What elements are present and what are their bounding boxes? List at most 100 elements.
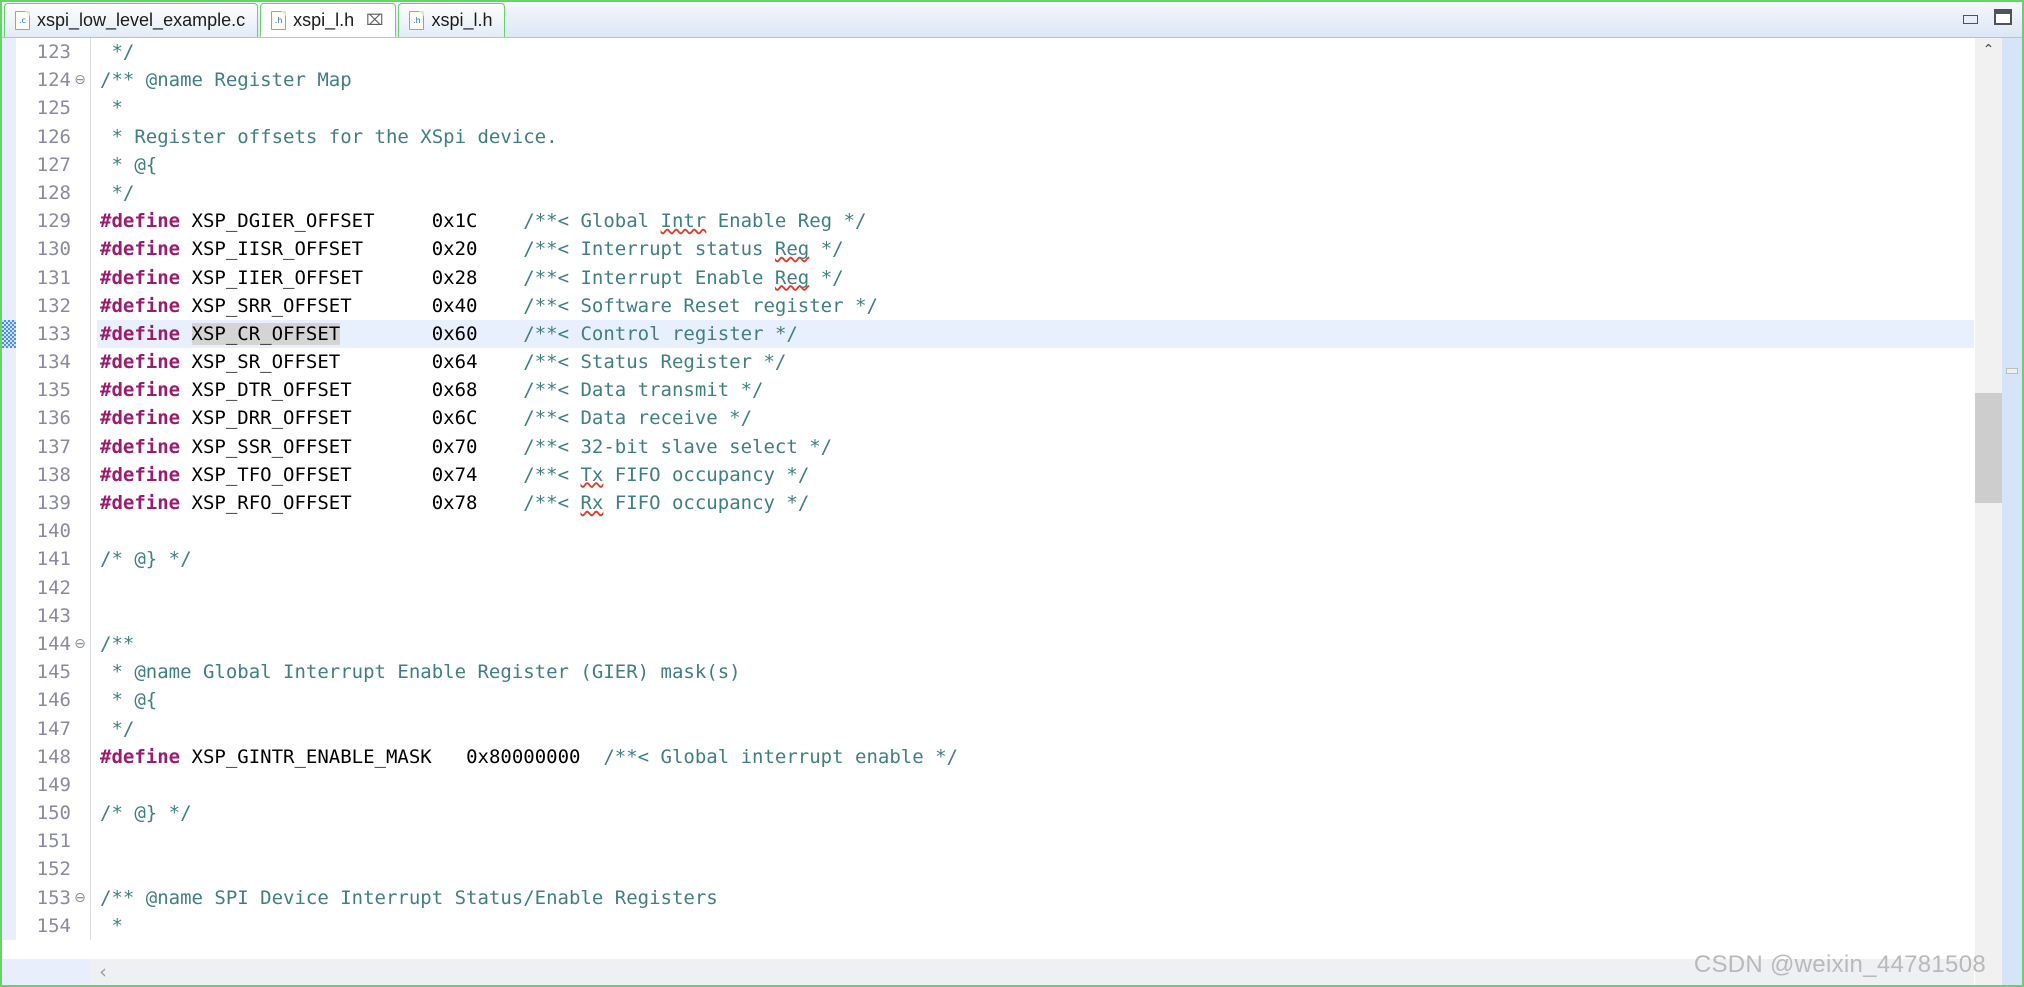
fold-collapse-icon[interactable]: ⊖ — [72, 66, 88, 95]
fold-slot — [72, 235, 88, 264]
code-text[interactable]: #define XSP_TFO_OFFSET 0x74 /**< Tx FIFO… — [97, 461, 1974, 489]
code-line[interactable]: 143 — [2, 601, 1974, 631]
line-marker-slot — [2, 207, 16, 236]
code-line[interactable]: 137 #define XSP_SSR_OFFSET 0x70 /**< 32-b… — [2, 432, 1974, 462]
code-line[interactable]: 149 — [2, 770, 1974, 800]
code-text[interactable]: * Register offsets for the XSpi device. — [97, 123, 1974, 151]
code-line[interactable]: 152 — [2, 855, 1974, 884]
line-number: 129 — [16, 207, 72, 236]
code-text[interactable]: /* @} */ — [97, 545, 1974, 573]
tab-xspi-l-h-active[interactable]: .h xspi_l.h ⌧ — [260, 3, 397, 37]
code-text[interactable]: #define XSP_SR_OFFSET 0x64 /**< Status R… — [97, 348, 1974, 376]
code-text[interactable]: /** @name Register Map — [97, 66, 1974, 94]
code-text[interactable] — [97, 771, 1974, 799]
horizontal-scrollbar[interactable]: ‹ — [2, 958, 1974, 985]
code-text[interactable]: * — [97, 912, 1974, 940]
code-text[interactable]: */ — [97, 38, 1974, 66]
code-text[interactable]: #define XSP_SRR_OFFSET 0x40 /**< Softwar… — [97, 292, 1974, 320]
code-line[interactable]: 142 — [2, 573, 1974, 602]
code-line[interactable]: 153 ⊖ /** @name SPI Device Interrupt Statu… — [2, 883, 1974, 913]
fold-collapse-icon[interactable]: ⊖ — [72, 883, 88, 912]
code-text[interactable]: /* @} */ — [97, 799, 1974, 827]
code-line[interactable]: 150 /* @} */ — [2, 799, 1974, 828]
scroll-up-icon[interactable]: ⌃ — [1975, 38, 2002, 64]
minimize-icon[interactable] — [1963, 14, 1978, 24]
overview-ruler[interactable] — [2002, 38, 2022, 985]
code-line[interactable]: 134 #define XSP_SR_OFFSET 0x64 /**< Statu… — [2, 348, 1974, 377]
code-token: 0x1C — [374, 210, 478, 233]
code-line[interactable]: 126 * Register offsets for the XSpi devi… — [2, 122, 1974, 151]
code-text[interactable]: * @{ — [97, 151, 1974, 179]
code-text[interactable]: * @{ — [97, 686, 1974, 714]
code-token: */ — [100, 717, 135, 740]
tab-xspi-l-h-second[interactable]: .h xspi_l.h — [398, 3, 506, 37]
code-text[interactable]: #define XSP_SSR_OFFSET 0x70 /**< 32-bit … — [97, 433, 1974, 461]
code-line[interactable]: 133 #define XSP_CR_OFFSET 0x60 /**< Contr… — [2, 319, 1974, 349]
code-text[interactable]: #define XSP_IIER_OFFSET 0x28 /**< Interr… — [97, 264, 1974, 292]
gutter-separator — [88, 883, 97, 913]
code-line[interactable]: 131 #define XSP_IIER_OFFSET 0x28 /**< Int… — [2, 263, 1974, 292]
code-line[interactable]: 144 ⊖ /** — [2, 629, 1974, 659]
code-text[interactable]: */ — [97, 179, 1974, 207]
code-text-area[interactable]: 123 */124 ⊖/** @name Register Map 125 * 126… — [2, 38, 1974, 958]
gutter-separator — [88, 911, 97, 941]
code-line[interactable]: 148 #define XSP_GINTR_ENABLE_MASK 0x80000… — [2, 742, 1974, 772]
code-token: 0x28 — [363, 266, 478, 289]
code-token: /**< Control register */ — [477, 322, 798, 345]
line-marker-slot — [2, 66, 16, 95]
vertical-scrollbar[interactable]: ⌃ — [1974, 38, 2002, 985]
fold-slot — [72, 38, 88, 67]
code-line[interactable]: 139 #define XSP_RFO_OFFSET 0x78 /**< Rx F… — [2, 489, 1974, 518]
code-text[interactable]: #define XSP_RFO_OFFSET 0x78 /**< Rx FIFO… — [97, 489, 1974, 517]
code-line[interactable]: 130 #define XSP_IISR_OFFSET 0x20 /**< Int… — [2, 235, 1974, 264]
code-text[interactable] — [97, 517, 1974, 545]
tab-xspi-low-level-example-c[interactable]: .c xspi_low_level_example.c — [4, 3, 259, 37]
fold-collapse-icon[interactable]: ⊖ — [72, 629, 88, 659]
vertical-scroll-thumb[interactable] — [1975, 393, 2002, 503]
code-text[interactable]: /** @name SPI Device Interrupt Status/En… — [97, 884, 1974, 912]
code-line[interactable]: 132 #define XSP_SRR_OFFSET 0x40 /**< Soft… — [2, 291, 1974, 321]
code-line[interactable]: 147 */ — [2, 714, 1974, 743]
code-line[interactable]: 145 * @name Global Interrupt Enable Regi… — [2, 658, 1974, 687]
line-marker-slot — [2, 629, 16, 659]
line-number: 126 — [16, 122, 72, 151]
code-line[interactable]: 127 * @{ — [2, 150, 1974, 180]
code-text[interactable]: * @name Global Interrupt Enable Register… — [97, 658, 1974, 686]
code-line[interactable]: 141 /* @} */ — [2, 545, 1974, 574]
overview-marker[interactable] — [2006, 368, 2018, 374]
code-line[interactable]: 124 ⊖ /** @name Register Map — [2, 66, 1974, 95]
code-token: /**< Global interrupt enable */ — [580, 745, 958, 768]
code-text[interactable]: */ — [97, 715, 1974, 743]
gutter-separator — [88, 235, 97, 264]
scroll-left-icon[interactable]: ‹ — [90, 961, 116, 983]
maximize-icon[interactable] — [1994, 9, 2012, 25]
code-line[interactable]: 123 */ — [2, 38, 1974, 67]
close-icon[interactable]: ⌧ — [366, 13, 383, 28]
line-number: 149 — [16, 770, 72, 800]
line-number: 130 — [16, 235, 72, 264]
code-line[interactable]: 129 #define XSP_DGIER_OFFSET 0x1C /**< Gl… — [2, 207, 1974, 236]
code-text[interactable] — [97, 602, 1974, 630]
code-text[interactable]: * — [97, 94, 1974, 122]
code-text[interactable]: #define XSP_IISR_OFFSET 0x20 /**< Interr… — [97, 235, 1974, 263]
code-text[interactable]: #define XSP_DGIER_OFFSET 0x1C /**< Globa… — [97, 207, 1974, 235]
code-text[interactable]: #define XSP_DTR_OFFSET 0x68 /**< Data tr… — [97, 376, 1974, 404]
code-text[interactable] — [97, 855, 1974, 883]
code-line[interactable]: 125 * — [2, 94, 1974, 123]
code-line[interactable]: 135 #define XSP_DTR_OFFSET 0x68 /**< Data… — [2, 376, 1974, 405]
code-line[interactable]: 128 */ — [2, 178, 1974, 208]
code-text[interactable]: #define XSP_CR_OFFSET 0x60 /**< Control … — [97, 320, 1974, 348]
code-line[interactable]: 146 * @{ — [2, 686, 1974, 715]
code-text[interactable]: /** — [97, 630, 1974, 658]
code-line[interactable]: 136 #define XSP_DRR_OFFSET 0x6C /**< Data… — [2, 404, 1974, 433]
line-number: 151 — [16, 827, 72, 856]
code-text[interactable]: #define XSP_DRR_OFFSET 0x6C /**< Data re… — [97, 404, 1974, 432]
code-line[interactable]: 151 — [2, 827, 1974, 856]
code-text[interactable]: #define XSP_GINTR_ENABLE_MASK 0x80000000… — [97, 743, 1974, 771]
code-line[interactable]: 154 * — [2, 911, 1974, 941]
code-text[interactable] — [97, 827, 1974, 855]
code-line[interactable]: 140 — [2, 517, 1974, 546]
code-line[interactable]: 138 #define XSP_TFO_OFFSET 0x74 /**< Tx F… — [2, 460, 1974, 490]
code-text[interactable] — [97, 574, 1974, 602]
